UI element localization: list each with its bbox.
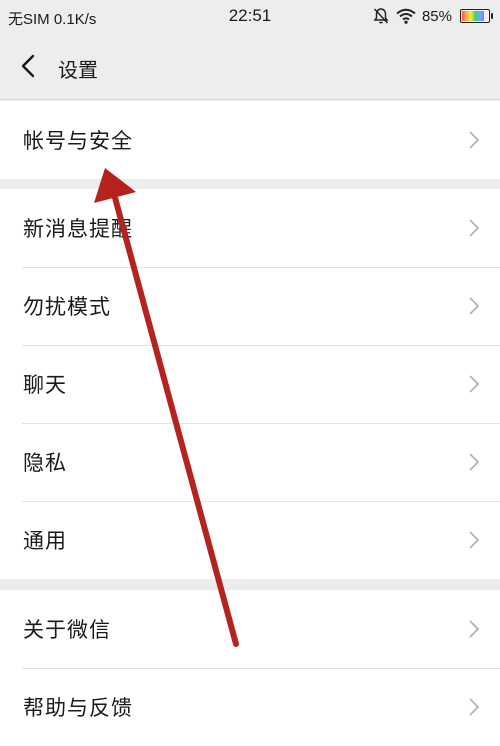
- chevron-right-icon: [469, 620, 480, 638]
- settings-group-account: 帐号与安全: [0, 101, 500, 179]
- settings-item-label: 隐私: [23, 451, 67, 475]
- settings-item-general[interactable]: 通用: [0, 501, 500, 579]
- settings-item-label: 新消息提醒: [23, 217, 133, 241]
- settings-item-notifications[interactable]: 新消息提醒: [0, 189, 500, 267]
- chevron-right-icon: [469, 131, 480, 149]
- chevron-right-icon: [469, 531, 480, 549]
- settings-item-account-security[interactable]: 帐号与安全: [0, 101, 500, 179]
- battery-percent: 85%: [421, 7, 452, 25]
- chevron-right-icon: [469, 698, 480, 716]
- settings-item-chat[interactable]: 聊天: [0, 345, 500, 423]
- wifi-icon: [396, 8, 416, 24]
- settings-item-label: 勿扰模式: [23, 295, 111, 319]
- settings-item-privacy[interactable]: 隐私: [0, 423, 500, 501]
- settings-item-do-not-disturb[interactable]: 勿扰模式: [0, 267, 500, 345]
- page-title: 设置: [58, 58, 98, 82]
- mute-bell-icon: [373, 8, 389, 24]
- chevron-right-icon: [469, 453, 480, 471]
- settings-item-label: 关于微信: [23, 618, 111, 642]
- settings-item-help-feedback[interactable]: 帮助与反馈: [0, 668, 500, 746]
- settings-item-label: 通用: [23, 529, 67, 553]
- settings-item-label: 帮助与反馈: [23, 696, 133, 720]
- settings-item-about-wechat[interactable]: 关于微信: [0, 590, 500, 668]
- settings-group-about: 关于微信 帮助与反馈: [0, 590, 500, 746]
- status-bar: 无SIM 0.1K/s 22:51 85%: [0, 0, 500, 34]
- chevron-left-icon[interactable]: [12, 46, 46, 86]
- settings-group-main: 新消息提醒 勿扰模式 聊天 隐私 通用: [0, 189, 500, 579]
- navigation-bar: 设置: [0, 34, 500, 100]
- status-right: 85%: [372, 7, 493, 25]
- battery-level: [462, 11, 484, 21]
- battery-icon: [460, 9, 493, 23]
- chevron-right-icon: [469, 297, 480, 315]
- chevron-right-icon: [469, 375, 480, 393]
- settings-item-label: 帐号与安全: [23, 129, 133, 153]
- settings-item-label: 聊天: [23, 373, 67, 397]
- chevron-right-icon: [469, 219, 480, 237]
